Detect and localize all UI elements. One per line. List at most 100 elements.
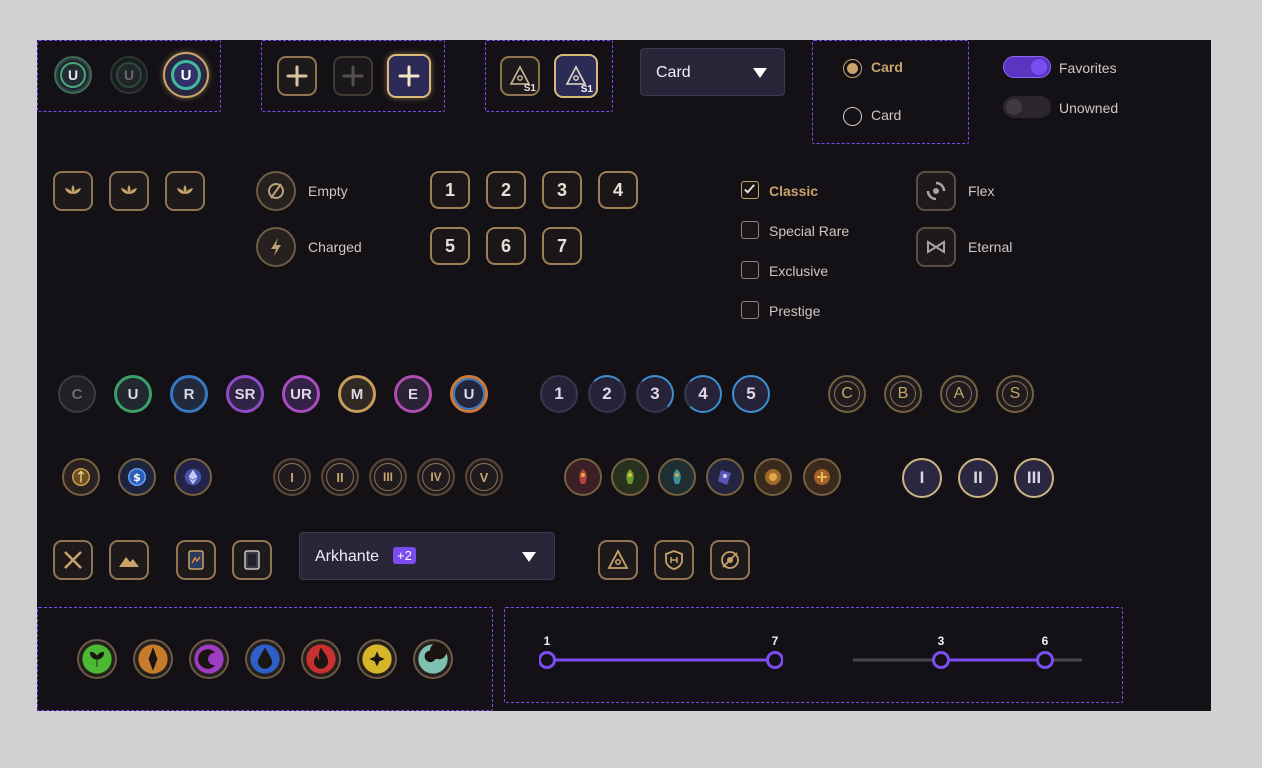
prestige-checkbox[interactable] <box>741 301 759 319</box>
unowned-label: Unowned <box>1059 100 1119 116</box>
coin-badge-usd: $ <box>118 458 156 496</box>
battle-button[interactable] <box>53 540 93 580</box>
lotus-icon <box>177 185 193 194</box>
faction-pyramid-button[interactable] <box>598 540 638 580</box>
terrain-button[interactable] <box>109 540 149 580</box>
coin-badge-eth <box>174 458 212 496</box>
roman-numeral: I <box>278 463 306 491</box>
u-badge-selected[interactable]: U <box>163 52 209 98</box>
season-label: S1 <box>580 84 593 95</box>
roman-large-1: I <box>902 458 942 498</box>
charged-button[interactable] <box>256 227 296 267</box>
cost-number: 3 <box>556 179 567 200</box>
tier-badge-s: S <box>996 375 1034 413</box>
empty-button[interactable] <box>256 171 296 211</box>
radio-label: Card <box>871 59 903 75</box>
cost-button-4[interactable]: 4 <box>598 171 638 209</box>
empty-slot-icon <box>268 183 284 199</box>
roman-badge-2: II <box>321 458 359 496</box>
rarity-letter: R <box>183 385 195 403</box>
exclusive-checkbox[interactable] <box>741 261 759 279</box>
cost-button-5[interactable]: 5 <box>430 227 470 265</box>
slider-track[interactable]: 17 <box>538 633 784 673</box>
slider-handle-low[interactable] <box>538 651 556 669</box>
roman-large-3: III <box>1014 458 1054 498</box>
add-button-default[interactable] <box>277 56 317 96</box>
level-number: 5 <box>746 384 756 403</box>
rarity-badge-e: E <box>394 375 432 413</box>
eternal-icon <box>927 240 945 254</box>
svg-text:$: $ <box>133 471 141 484</box>
water-element-icon[interactable] <box>245 639 285 679</box>
orb-icon <box>721 551 739 569</box>
rarity-badge-u-prismatic: U <box>450 375 488 413</box>
shield-icon <box>665 550 683 570</box>
creature-badge-6 <box>803 458 841 496</box>
rarity-letter: M <box>350 385 364 403</box>
cost-button-1[interactable]: 1 <box>430 171 470 209</box>
rarity-letter: UR <box>290 385 312 403</box>
radio-option-selected[interactable]: Card <box>843 57 953 79</box>
range-slider-full[interactable]: 17 <box>538 633 784 673</box>
slider-handle-high[interactable] <box>766 651 784 669</box>
faction-dropdown-value: Arkhante <box>315 548 380 565</box>
radio-label: Card <box>871 107 902 123</box>
rarity-badge-ur: UR <box>282 375 320 413</box>
faction-orb-button[interactable] <box>710 540 750 580</box>
add-button-disabled[interactable] <box>333 56 373 96</box>
season-button-default[interactable]: S1 <box>500 56 540 96</box>
exclusive-label: Exclusive <box>769 263 829 279</box>
light-element-icon[interactable] <box>357 639 397 679</box>
special-rare-label: Special Rare <box>769 223 850 239</box>
special-rare-checkbox[interactable] <box>741 221 759 239</box>
air-element-icon[interactable] <box>413 639 453 679</box>
card-dropdown[interactable]: Card <box>640 48 785 96</box>
favorites-toggle[interactable] <box>1003 56 1051 78</box>
earth-element-icon[interactable] <box>133 639 173 679</box>
level-badge-3: 3 <box>636 375 674 413</box>
roman-numeral: III <box>374 463 402 491</box>
slider-handle-low[interactable] <box>932 651 950 669</box>
lotus-button-1[interactable] <box>53 171 93 211</box>
eternal-button[interactable] <box>916 227 956 267</box>
mountain-icon <box>119 557 139 567</box>
card-back-button[interactable] <box>232 540 272 580</box>
classic-checkbox[interactable] <box>741 181 759 199</box>
slider-value-label: 6 <box>1042 634 1049 648</box>
dollar-coin-icon: $ <box>128 468 146 486</box>
flex-button[interactable] <box>916 171 956 211</box>
slider-track[interactable]: 36 <box>853 633 1082 673</box>
unowned-toggle[interactable] <box>1003 96 1051 118</box>
cost-number: 4 <box>612 179 623 200</box>
range-slider-partial[interactable]: 36 <box>853 633 1082 673</box>
nature-element-icon[interactable] <box>77 639 117 679</box>
flex-label: Flex <box>968 183 995 199</box>
cost-button-6[interactable]: 6 <box>486 227 526 265</box>
cost-button-2[interactable]: 2 <box>486 171 526 209</box>
card-view-button[interactable] <box>176 540 216 580</box>
roman-badge-5: V <box>465 458 503 496</box>
tier-letter: S <box>1002 381 1028 407</box>
add-button-selected[interactable] <box>387 54 431 98</box>
shadow-element-icon[interactable] <box>189 639 229 679</box>
cost-button-7[interactable]: 7 <box>542 227 582 265</box>
caret-down-icon <box>753 68 767 78</box>
cost-button-3[interactable]: 3 <box>542 171 582 209</box>
faction-shield-button[interactable] <box>654 540 694 580</box>
level-number: 3 <box>650 384 660 403</box>
toggle-knob <box>1006 99 1022 115</box>
plus-icon <box>342 65 364 87</box>
slider-value-label: 7 <box>772 634 779 648</box>
radio-option-unselected[interactable]: Card <box>843 105 953 127</box>
u-badge-disabled[interactable]: U <box>110 56 148 94</box>
slider-handle-high[interactable] <box>1036 651 1054 669</box>
u-badge-default[interactable]: U <box>54 56 92 94</box>
lotus-button-3[interactable] <box>165 171 205 211</box>
tier-letter: A <box>946 381 972 407</box>
crossed-swords-icon <box>64 551 82 569</box>
fire-element-icon[interactable] <box>301 639 341 679</box>
season-button-selected[interactable]: S1 <box>554 54 598 98</box>
creature-badge-3 <box>658 458 696 496</box>
lotus-button-2[interactable] <box>109 171 149 211</box>
faction-dropdown[interactable]: Arkhante +2 <box>299 532 555 580</box>
